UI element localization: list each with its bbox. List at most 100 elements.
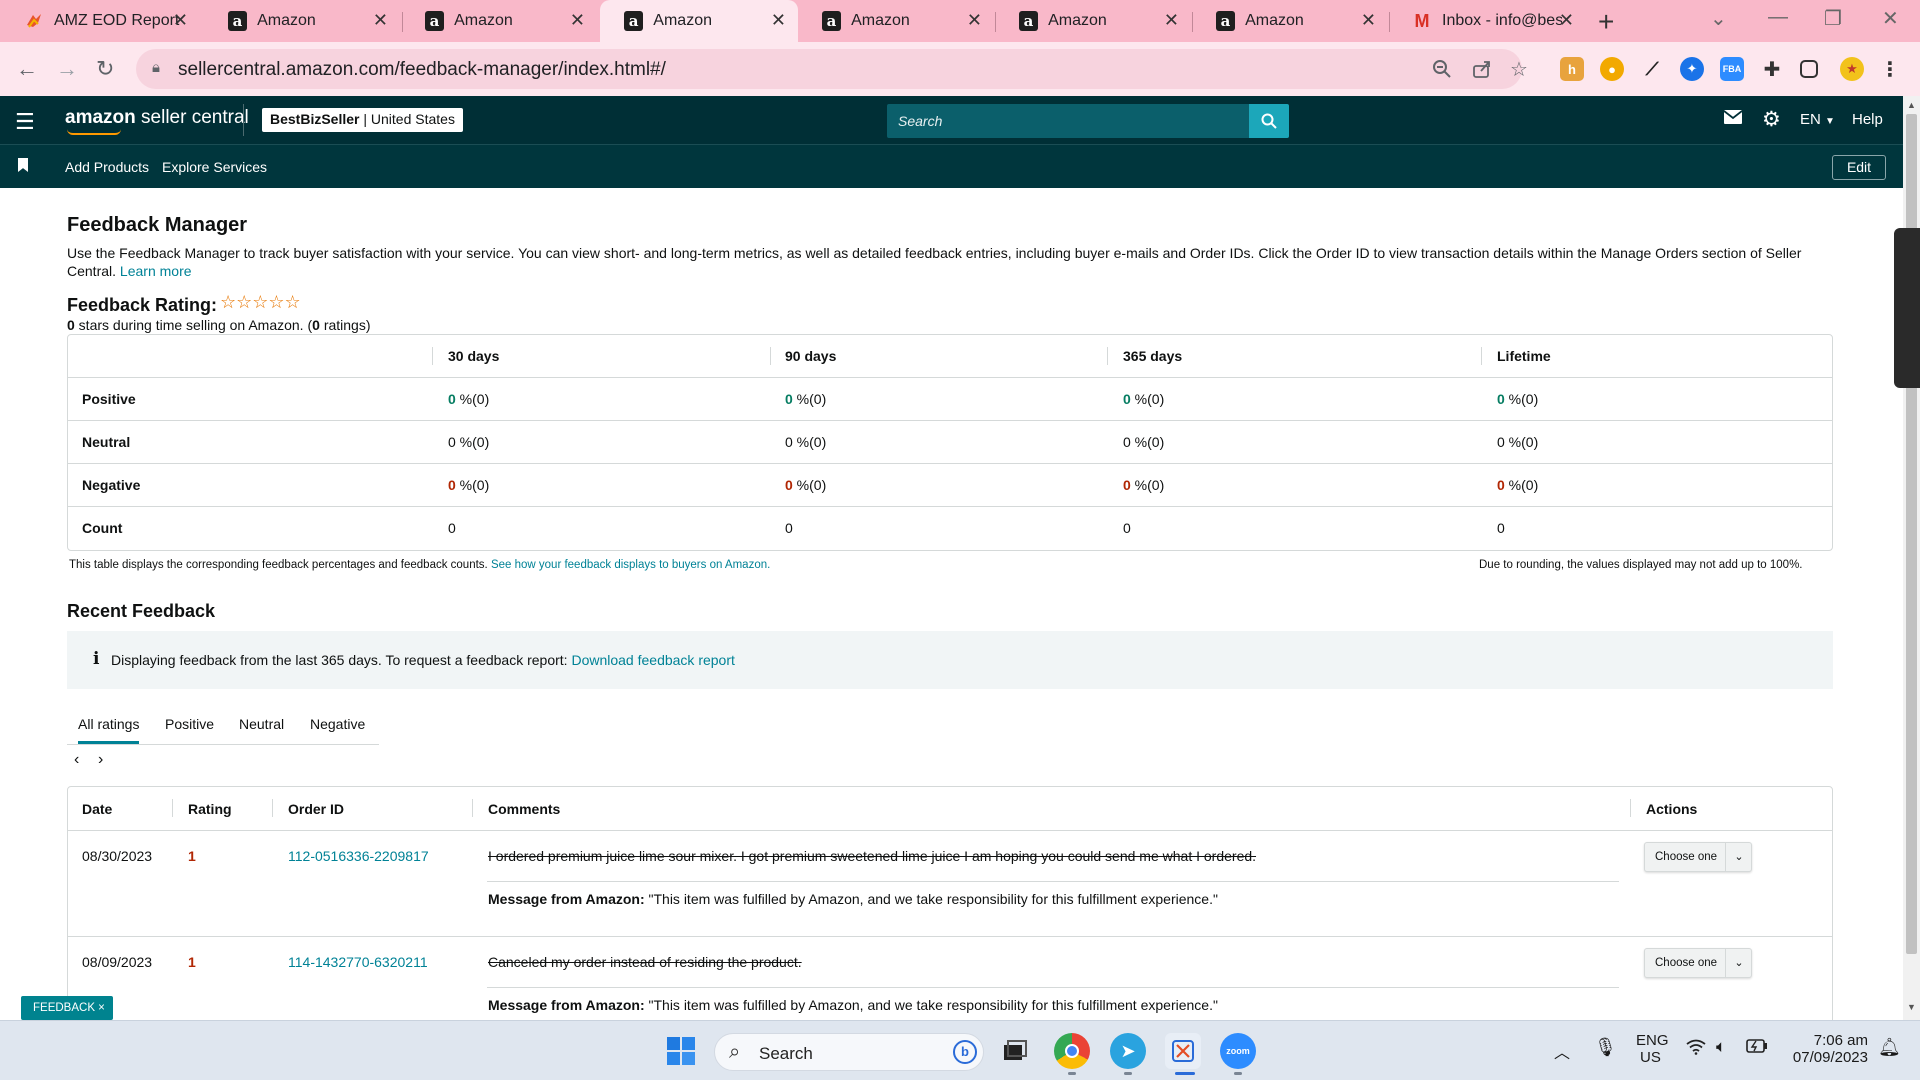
previous-page-icon[interactable]: ‹ bbox=[74, 751, 79, 769]
bing-icon[interactable]: b bbox=[953, 1040, 977, 1064]
tab-neutral[interactable]: Neutral bbox=[239, 716, 284, 732]
tab-amazon[interactable]: a Amazon ✕ bbox=[204, 0, 400, 42]
close-window-icon[interactable]: ✕ bbox=[1882, 6, 1899, 31]
menu-kebab-icon[interactable]: ⋮ bbox=[1878, 57, 1902, 81]
notification-bell-icon[interactable]: 🔔︎ bbox=[1878, 1037, 1901, 1058]
order-id-link[interactable]: 112-0516336-2209817 bbox=[288, 848, 429, 864]
minimize-icon[interactable]: — bbox=[1768, 6, 1788, 29]
running-indicator bbox=[1068, 1072, 1076, 1075]
table-header-row: Date Rating Order ID Comments Actions bbox=[68, 787, 1832, 831]
show-hidden-icons-chevron-icon[interactable]: ︿ bbox=[1554, 1039, 1570, 1063]
column-header: Order ID bbox=[288, 801, 345, 817]
address-bar[interactable]: 🔒︎ sellercentral.amazon.com/feedback-man… bbox=[136, 49, 1528, 89]
clock[interactable]: 7:06 am 07/09/2023 bbox=[1788, 1032, 1868, 1066]
search-button[interactable] bbox=[1249, 104, 1289, 138]
zoom-icon[interactable] bbox=[1432, 59, 1452, 84]
microphone-icon[interactable]: 🎙︎ bbox=[1594, 1037, 1617, 1058]
tab-amazon[interactable]: a Amazon ✕ bbox=[1192, 0, 1388, 42]
info-alert: i Displaying feedback from the last 365 … bbox=[67, 631, 1833, 689]
seller-central-logo[interactable]: amazon seller central bbox=[65, 107, 249, 135]
scroll-up-arrow-icon[interactable]: ▲ bbox=[1907, 100, 1916, 110]
feedback-metrics-table: 30 days 90 days 365 days Lifetime Positi… bbox=[67, 334, 1833, 551]
tab-positive[interactable]: Positive bbox=[165, 716, 214, 732]
taskbar-search[interactable]: ⌕ Search b bbox=[714, 1033, 984, 1071]
close-tab-icon[interactable]: ✕ bbox=[570, 10, 585, 31]
table-row-neutral: Neutral 0 %(0) 0 %(0) 0 %(0) 0 %(0) bbox=[68, 421, 1832, 464]
recent-feedback-table: Date Rating Order ID Comments Actions 08… bbox=[67, 786, 1833, 1020]
bookmark-icon[interactable] bbox=[18, 158, 28, 172]
snipping-tool-icon[interactable] bbox=[1165, 1033, 1201, 1069]
next-page-icon[interactable]: › bbox=[98, 751, 103, 769]
bookmark-star-icon[interactable]: ☆ bbox=[1510, 57, 1528, 82]
mail-icon[interactable] bbox=[1723, 109, 1743, 131]
close-tab-icon[interactable]: ✕ bbox=[373, 10, 388, 31]
close-tab-icon[interactable]: ✕ bbox=[1164, 10, 1179, 31]
order-id-link[interactable]: 114-1432770-6320211 bbox=[288, 954, 428, 970]
eod-report-icon bbox=[24, 11, 44, 31]
edit-bookmarks-button[interactable]: Edit bbox=[1832, 155, 1886, 180]
download-feedback-report-link[interactable]: Download feedback report bbox=[571, 652, 734, 668]
windows-start-icon[interactable] bbox=[663, 1033, 699, 1069]
close-tab-icon[interactable]: ✕ bbox=[771, 10, 786, 31]
actions-dropdown[interactable]: Choose one ⌄ bbox=[1644, 948, 1752, 978]
keyboard-language[interactable]: ENG US bbox=[1636, 1032, 1669, 1066]
language-selector[interactable]: EN ▼ bbox=[1800, 111, 1835, 128]
battery-icon[interactable] bbox=[1746, 1039, 1768, 1057]
scroll-down-arrow-icon[interactable]: ▼ bbox=[1907, 1002, 1916, 1012]
feedback-button[interactable]: FEEDBACK × bbox=[21, 996, 113, 1020]
comment-text: Canceled my order instead of residing th… bbox=[488, 954, 802, 970]
tab-amazon[interactable]: a Amazon ✕ bbox=[798, 0, 994, 42]
extension-orange-icon[interactable]: ● bbox=[1600, 57, 1624, 81]
explore-services-link[interactable]: Explore Services bbox=[162, 159, 267, 175]
share-icon[interactable] bbox=[1472, 59, 1492, 84]
search-input[interactable]: Search bbox=[887, 104, 1249, 138]
column-header: Lifetime bbox=[1497, 348, 1551, 364]
forward-icon[interactable]: → bbox=[56, 56, 78, 82]
chrome-icon[interactable] bbox=[1054, 1033, 1090, 1069]
amazon-a-icon: a bbox=[624, 11, 644, 31]
tab-all-ratings[interactable]: All ratings bbox=[78, 716, 140, 744]
star-rating-icon: ☆☆☆☆☆ bbox=[220, 292, 301, 312]
close-tab-icon[interactable]: ✕ bbox=[967, 10, 982, 31]
close-tab-icon[interactable]: ✕ bbox=[1559, 10, 1574, 31]
wifi-icon[interactable] bbox=[1686, 1039, 1706, 1059]
chevron-down-icon[interactable]: ⌄ bbox=[1725, 843, 1752, 871]
hamburger-menu-icon[interactable]: ☰ bbox=[15, 109, 35, 135]
tab-amazon-active[interactable]: a Amazon ✕ bbox=[600, 0, 798, 42]
tab-search-chevron-icon[interactable]: ⌄ bbox=[1710, 6, 1727, 31]
extension-honey-icon[interactable]: h bbox=[1560, 57, 1584, 81]
store-switcher[interactable]: BestBizSeller | United States bbox=[262, 108, 463, 132]
close-tab-icon[interactable]: ✕ bbox=[1361, 10, 1376, 31]
learn-more-link[interactable]: Learn more bbox=[120, 263, 192, 279]
extension-blue-icon[interactable]: ✦ bbox=[1680, 57, 1704, 81]
restore-icon[interactable]: ❐ bbox=[1824, 6, 1842, 31]
extension-cursor-icon[interactable]: ⟋ bbox=[1640, 57, 1664, 81]
help-link[interactable]: Help bbox=[1852, 111, 1883, 128]
profile-avatar-icon[interactable]: ★ bbox=[1840, 57, 1864, 81]
back-icon[interactable]: ← bbox=[16, 56, 38, 82]
extensions-puzzle-icon[interactable]: ✚ bbox=[1760, 57, 1784, 81]
windows-taskbar: ⌕ Search b ➤ zoom ︿ 🎙︎ ENG US 🔈︎ 7:06 am… bbox=[0, 1020, 1920, 1080]
extension-fba-icon[interactable]: FBA bbox=[1720, 57, 1744, 81]
tab-negative[interactable]: Negative bbox=[310, 716, 365, 732]
volume-icon[interactable]: 🔈︎ bbox=[1716, 1037, 1726, 1057]
tab-amazon[interactable]: a Amazon ✕ bbox=[995, 0, 1191, 42]
chevron-down-icon[interactable]: ⌄ bbox=[1725, 949, 1752, 977]
feedback-display-link[interactable]: See how your feedback displays to buyers… bbox=[491, 559, 770, 571]
info-icon: i bbox=[93, 649, 100, 669]
new-tab-icon[interactable]: + bbox=[1598, 6, 1614, 38]
zoom-app-icon[interactable]: zoom bbox=[1220, 1033, 1256, 1069]
tab-gmail-inbox[interactable]: M Inbox - info@bes ✕ bbox=[1388, 0, 1586, 42]
table-row: 08/09/2023 1 114-1432770-6320211 Cancele… bbox=[68, 937, 1832, 1020]
tab-amz-eod-report[interactable]: AMZ EOD Report ✕ bbox=[0, 0, 200, 42]
settings-gear-icon[interactable]: ⚙ bbox=[1762, 107, 1781, 132]
tab-amazon[interactable]: a Amazon ✕ bbox=[401, 0, 597, 42]
task-view-icon[interactable] bbox=[997, 1033, 1033, 1069]
side-panel-icon[interactable] bbox=[1800, 60, 1818, 78]
close-tab-icon[interactable]: ✕ bbox=[173, 10, 188, 31]
lock-icon[interactable]: 🔒︎ bbox=[152, 59, 160, 76]
reload-icon[interactable]: ↻ bbox=[96, 56, 114, 82]
telegram-icon[interactable]: ➤ bbox=[1110, 1033, 1146, 1069]
actions-dropdown[interactable]: Choose one ⌄ bbox=[1644, 842, 1752, 872]
add-products-link[interactable]: Add Products bbox=[65, 159, 149, 175]
